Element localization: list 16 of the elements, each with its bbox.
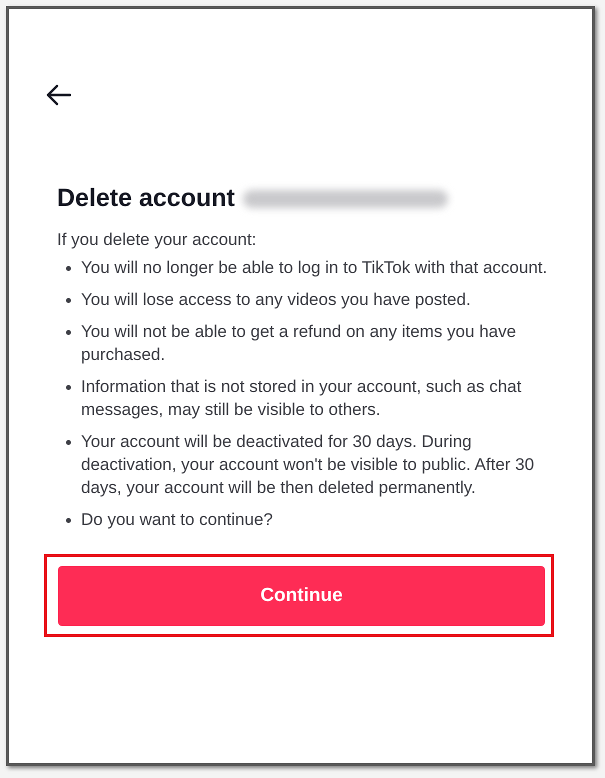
bullet-icon — [66, 266, 71, 271]
dialog-title: Delete account — [57, 184, 235, 213]
bullet-icon — [66, 440, 71, 445]
bullet-text: Do you want to continue? — [81, 509, 273, 531]
bullet-icon — [66, 298, 71, 303]
bullet-text: You will lose access to any videos you have posted. — [81, 289, 471, 311]
bullet-text: You will not be able to get a refund on any items you have purchased. — [81, 321, 518, 366]
bullet-text: Information that is not stored in your account, such as chat messages, may still be visible to others. — [81, 376, 522, 421]
back-arrow-icon[interactable] — [45, 84, 71, 106]
bullet-text: Your account will be deactivated for 30 days. During deactivation, your account won't be visible to public. After 30 days, your account will be then deleted permanently. — [81, 431, 536, 499]
bullet-icon — [66, 518, 71, 523]
intro-text: If you delete your account: — [57, 230, 258, 250]
bullet-icon — [66, 385, 71, 390]
continue-button[interactable]: Continue — [58, 566, 545, 626]
bullet-text: You will no longer be able to log in to TikTok with that account. — [81, 257, 548, 279]
bullet-icon — [66, 330, 71, 335]
